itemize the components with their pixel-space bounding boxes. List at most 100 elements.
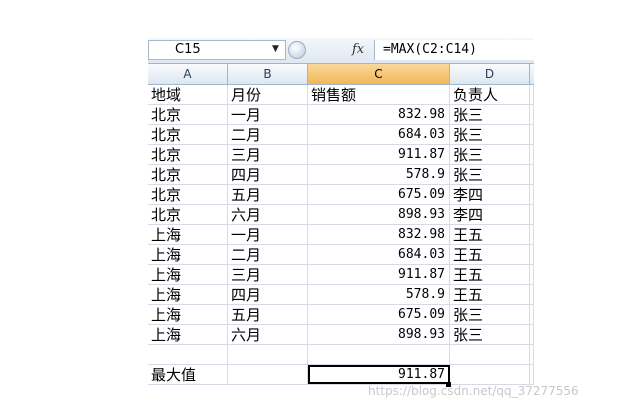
cell[interactable]: 月份 <box>228 85 308 104</box>
cell[interactable] <box>530 205 534 224</box>
cell[interactable] <box>148 345 228 364</box>
cell[interactable]: 李四 <box>450 185 530 204</box>
cell[interactable]: 王五 <box>450 225 530 244</box>
table-row: 北京 一月 832.98 张三 <box>148 105 534 125</box>
watermark-text: https://blog.csdn.net/qq_37277556 <box>368 384 579 398</box>
cell[interactable]: 二月 <box>228 125 308 144</box>
cell[interactable]: 王五 <box>450 245 530 264</box>
cell[interactable]: 四月 <box>228 165 308 184</box>
cell[interactable]: 832.98 <box>308 105 450 124</box>
table-row: 北京 四月 578.9 张三 <box>148 165 534 185</box>
cell[interactable] <box>530 125 534 144</box>
formula-expand-icon[interactable] <box>288 41 306 59</box>
cell[interactable]: 三月 <box>228 265 308 284</box>
cell[interactable] <box>530 185 534 204</box>
column-header-d[interactable]: D <box>450 64 530 84</box>
cell[interactable]: 地域 <box>148 85 228 104</box>
column-headers: ABCD <box>148 64 534 85</box>
cell[interactable] <box>530 245 534 264</box>
table-row: 北京 二月 684.03 张三 <box>148 125 534 145</box>
cell[interactable]: 898.93 <box>308 205 450 224</box>
cell[interactable] <box>308 345 450 364</box>
name-box[interactable]: C15 <box>148 40 286 60</box>
cell[interactable]: 北京 <box>148 205 228 224</box>
cell[interactable]: 张三 <box>450 305 530 324</box>
cell[interactable]: 上海 <box>148 225 228 244</box>
cell[interactable]: 王五 <box>450 285 530 304</box>
cell[interactable]: 北京 <box>148 105 228 124</box>
cell[interactable]: 王五 <box>450 265 530 284</box>
cell[interactable]: 一月 <box>228 225 308 244</box>
dropdown-arrow-icon[interactable]: ▼ <box>272 44 279 54</box>
table-row: 上海 一月 832.98 王五 <box>148 225 534 245</box>
cell[interactable] <box>530 305 534 324</box>
cell[interactable] <box>530 225 534 244</box>
cell[interactable]: 六月 <box>228 325 308 344</box>
cell[interactable]: 张三 <box>450 165 530 184</box>
cell[interactable]: 五月 <box>228 185 308 204</box>
cell[interactable]: 911.87 <box>308 145 450 164</box>
cell[interactable] <box>450 345 530 364</box>
cell[interactable]: 上海 <box>148 305 228 324</box>
cell[interactable]: 北京 <box>148 145 228 164</box>
cell[interactable]: 五月 <box>228 305 308 324</box>
cell[interactable] <box>530 325 534 344</box>
cell[interactable]: 张三 <box>450 145 530 164</box>
cell[interactable]: 李四 <box>450 205 530 224</box>
table-row: 上海 四月 578.9 王五 <box>148 285 534 305</box>
cell[interactable]: 张三 <box>450 125 530 144</box>
cell[interactable]: 911.87 <box>308 265 450 284</box>
fx-icon[interactable]: fx <box>352 42 364 57</box>
cell[interactable]: 张三 <box>450 105 530 124</box>
cell[interactable]: 上海 <box>148 265 228 284</box>
cell[interactable]: 最大值 <box>148 365 228 384</box>
column-header-b[interactable]: B <box>228 64 308 84</box>
table-row: 上海 三月 911.87 王五 <box>148 265 534 285</box>
cell[interactable] <box>530 145 534 164</box>
cell[interactable] <box>530 265 534 284</box>
cell[interactable]: 一月 <box>228 105 308 124</box>
cell[interactable]: 684.03 <box>308 245 450 264</box>
cell[interactable]: 675.09 <box>308 185 450 204</box>
table-row: 上海 二月 684.03 王五 <box>148 245 534 265</box>
cell[interactable]: 张三 <box>450 325 530 344</box>
cell[interactable]: 578.9 <box>308 165 450 184</box>
cell[interactable] <box>530 85 534 104</box>
formula-input[interactable]: =MAX(C2:C14) <box>374 40 534 60</box>
cell[interactable]: 四月 <box>228 285 308 304</box>
table-row: 北京 六月 898.93 李四 <box>148 205 534 225</box>
cell[interactable]: 销售额 <box>308 85 450 104</box>
cell[interactable]: 北京 <box>148 125 228 144</box>
cell[interactable] <box>228 365 308 384</box>
table-row <box>148 345 534 365</box>
cell[interactable] <box>450 365 530 384</box>
cell[interactable] <box>530 165 534 184</box>
cell[interactable]: 675.09 <box>308 305 450 324</box>
cell[interactable]: 578.9 <box>308 285 450 304</box>
cell[interactable]: 上海 <box>148 325 228 344</box>
cell[interactable] <box>530 105 534 124</box>
table-row: 北京 三月 911.87 张三 <box>148 145 534 165</box>
cell[interactable]: 三月 <box>228 145 308 164</box>
cell[interactable]: 北京 <box>148 185 228 204</box>
cell[interactable]: 898.93 <box>308 325 450 344</box>
cell[interactable]: 六月 <box>228 205 308 224</box>
cell[interactable] <box>530 365 534 384</box>
cell[interactable]: 上海 <box>148 245 228 264</box>
cell[interactable]: 上海 <box>148 285 228 304</box>
result-row: 最大值 911.87 <box>148 365 534 385</box>
column-header-c[interactable]: C <box>308 64 450 84</box>
table-row: 上海 五月 675.09 张三 <box>148 305 534 325</box>
cell[interactable] <box>530 345 534 364</box>
cell[interactable]: 832.98 <box>308 225 450 244</box>
cell[interactable]: 负责人 <box>450 85 530 104</box>
cell[interactable]: 684.03 <box>308 125 450 144</box>
cell[interactable]: 北京 <box>148 165 228 184</box>
cell[interactable] <box>228 345 308 364</box>
table-row: 上海 六月 898.93 张三 <box>148 325 534 345</box>
spreadsheet: C15 ▼ fx =MAX(C2:C14) ABCD 地域 月份 销售额 负责人 北京一… <box>148 38 534 398</box>
column-header-a[interactable]: A <box>148 64 228 84</box>
cell[interactable]: 二月 <box>228 245 308 264</box>
cell[interactable] <box>530 285 534 304</box>
active-cell[interactable]: 911.87 <box>308 365 450 384</box>
